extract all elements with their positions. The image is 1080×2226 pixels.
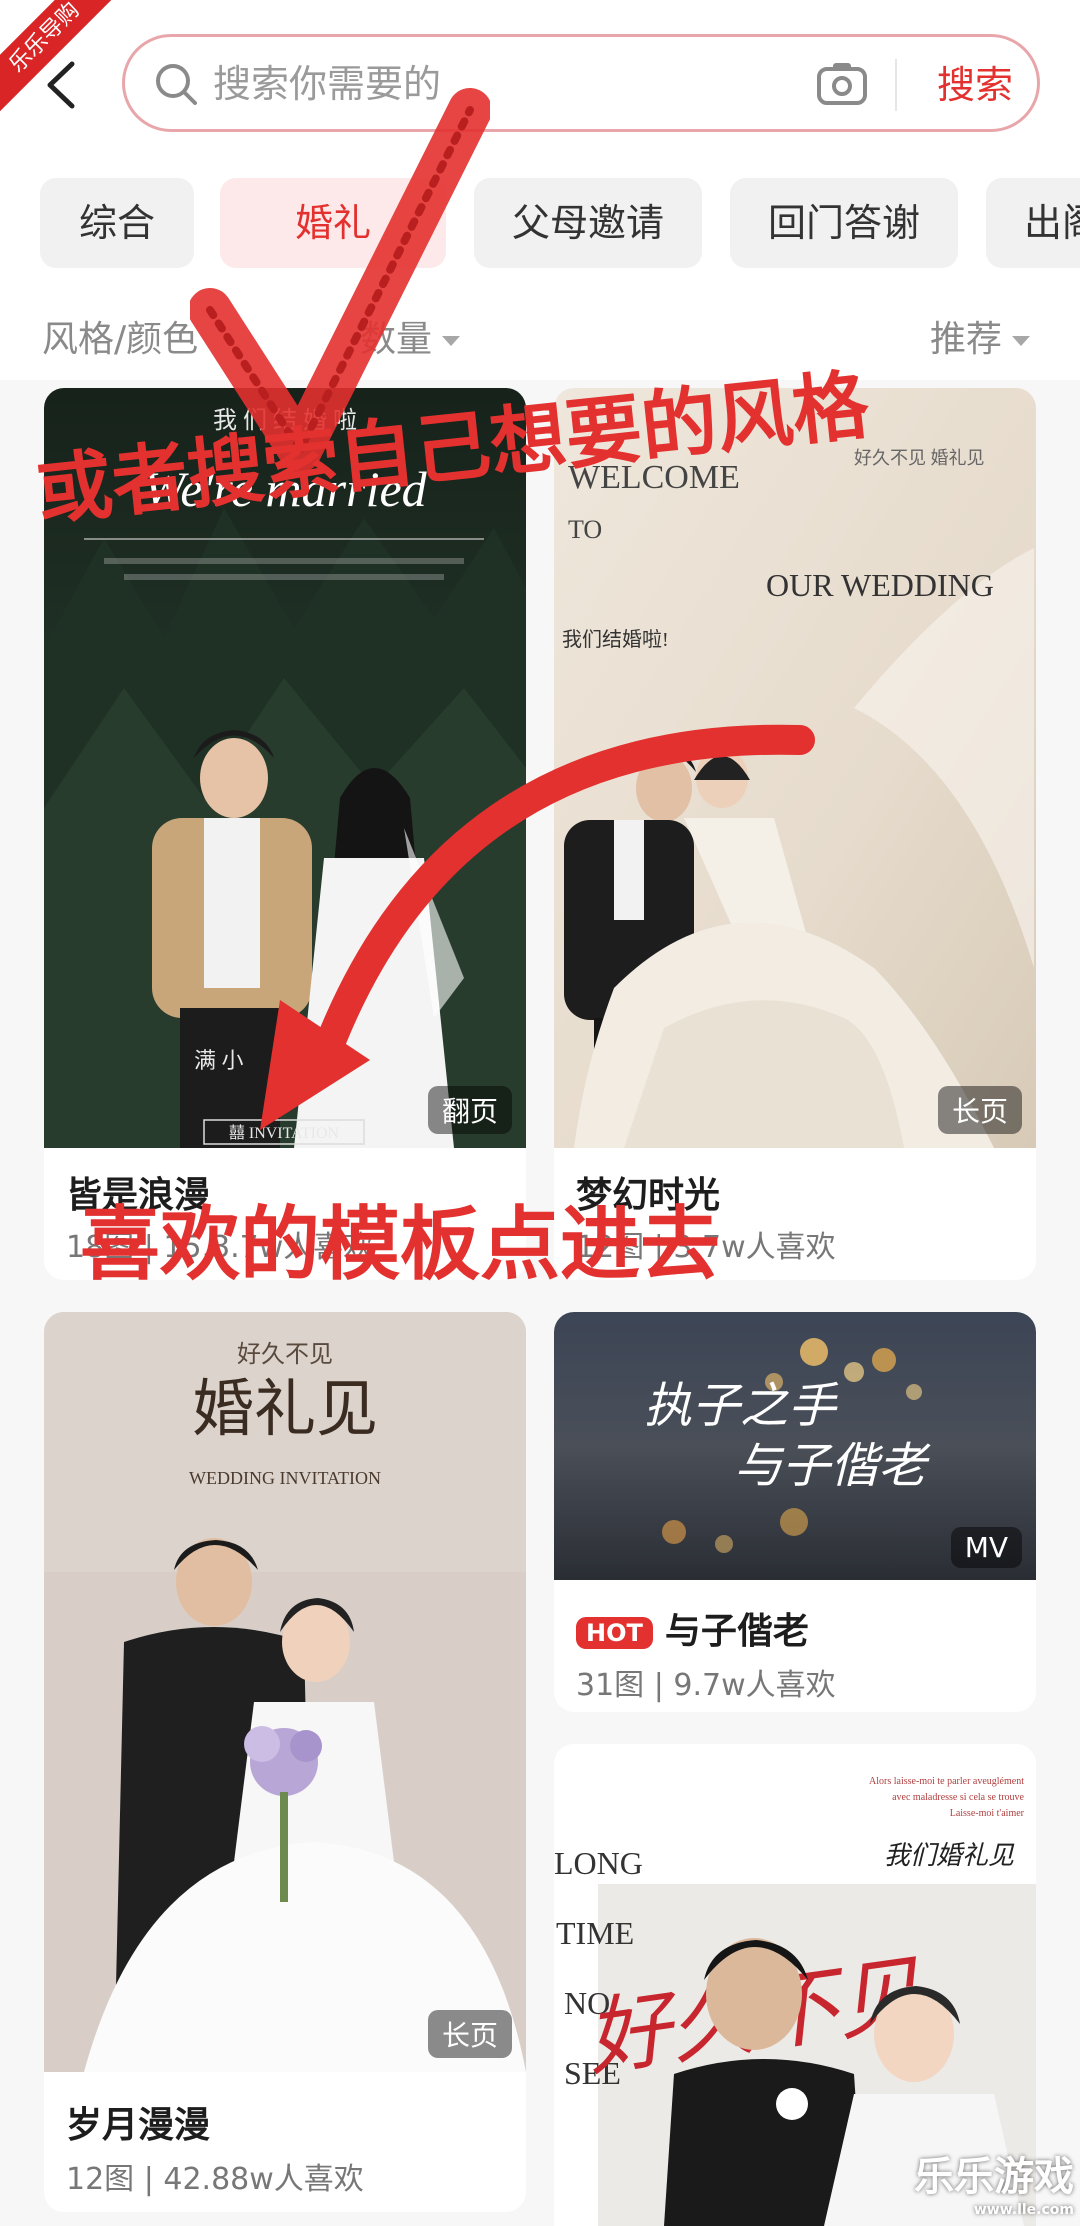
category-tabs: 综合 婚礼 父母邀请 回门答谢 出阁: [0, 160, 1080, 290]
filter-sort-label: 推荐: [930, 319, 1003, 360]
image-caption-right: 我们婚礼见: [884, 1841, 1015, 1870]
template-card[interactable]: 执子之手 与子偕老 MV HOT 与子偕老 31图 | 9.7w人喜欢: [554, 1312, 1036, 1712]
image-caption-cn2: 好久不见 婚礼见: [854, 448, 985, 468]
filter-style-color-label: 风格/颜色: [42, 319, 199, 360]
filter-style-color[interactable]: 风格/颜色: [42, 310, 198, 362]
annotation-click-template: 喜欢的模板点进去: [80, 1198, 720, 1291]
chevron-down-icon: [1012, 336, 1031, 346]
tab-chuge[interactable]: 出阁: [986, 178, 1080, 268]
top-bar: 搜索: [0, 0, 1080, 160]
template-thumbnail: 执子之手 与子偕老 MV: [554, 1312, 1036, 1580]
watermark-text: 乐乐游戏: [914, 2154, 1074, 2200]
image-caption-time: TIME: [556, 1915, 634, 1951]
format-badge: 长页: [427, 2010, 512, 2058]
format-badge: 长页: [937, 1086, 1022, 1134]
site-watermark: 乐乐游戏 www.lle.com: [914, 2144, 1074, 2218]
image-caption-line1: 执子之手: [644, 1380, 839, 1433]
template-thumbnail: 好久不见 婚礼见 WEDDING INVITATION 长页: [44, 1312, 526, 2072]
image-caption-small: 好久不见: [237, 1341, 333, 1368]
image-caption-cn: 我们结婚啦!: [562, 628, 669, 651]
template-card[interactable]: 好久不见 婚礼见 WEDDING INVITATION 长页 岁月漫漫 12图 …: [44, 1312, 526, 2212]
image-caption-wedding: OUR WEDDING: [766, 567, 994, 603]
image-caption-title: 婚礼见: [192, 1376, 378, 1444]
curved-arrow-annotation-icon: [260, 724, 815, 1130]
hot-badge: HOT: [576, 1617, 653, 1649]
image-caption-french3: Laisse-moi t'aimer: [950, 1808, 1025, 1819]
watermark-url: www.lle.com: [973, 2202, 1074, 2218]
filter-sort[interactable]: 推荐: [930, 310, 1031, 362]
filter-bar: 风格/颜色 数量 推荐: [0, 290, 1080, 380]
image-caption-french1: Alors laisse-moi te parler aveuglément: [869, 1776, 1024, 1787]
search-divider: [895, 59, 897, 111]
back-arrow-icon[interactable]: [40, 60, 84, 110]
template-meta: 12图 | 42.88w人喜欢: [66, 2162, 364, 2197]
image-caption-to: TO: [568, 515, 602, 544]
tab-fumu-yaoqing[interactable]: 父母邀请: [474, 178, 702, 268]
bouquet-couple-image: 好久不见 婚礼见 WEDDING INVITATION: [44, 1312, 526, 2072]
camera-icon[interactable]: [815, 59, 869, 109]
format-badge: MV: [950, 1527, 1022, 1568]
template-meta: 31图 | 9.7w人喜欢: [576, 1668, 836, 1703]
search-button[interactable]: 搜索: [915, 55, 1035, 115]
template-title: 岁月漫漫: [66, 2105, 211, 2146]
tab-huimen-daxie[interactable]: 回门答谢: [730, 178, 958, 268]
image-caption-long: LONG: [554, 1845, 643, 1881]
image-caption-invitation: WEDDING INVITATION: [189, 1468, 381, 1488]
tab-zonghe[interactable]: 综合: [40, 178, 194, 268]
image-caption-french2: avec maladresse si cela se trouve: [892, 1792, 1024, 1803]
image-caption-line2: 与子偕老: [734, 1440, 931, 1493]
template-title-row: HOT 与子偕老: [576, 1602, 809, 1654]
template-title: 与子偕老: [664, 1611, 809, 1652]
